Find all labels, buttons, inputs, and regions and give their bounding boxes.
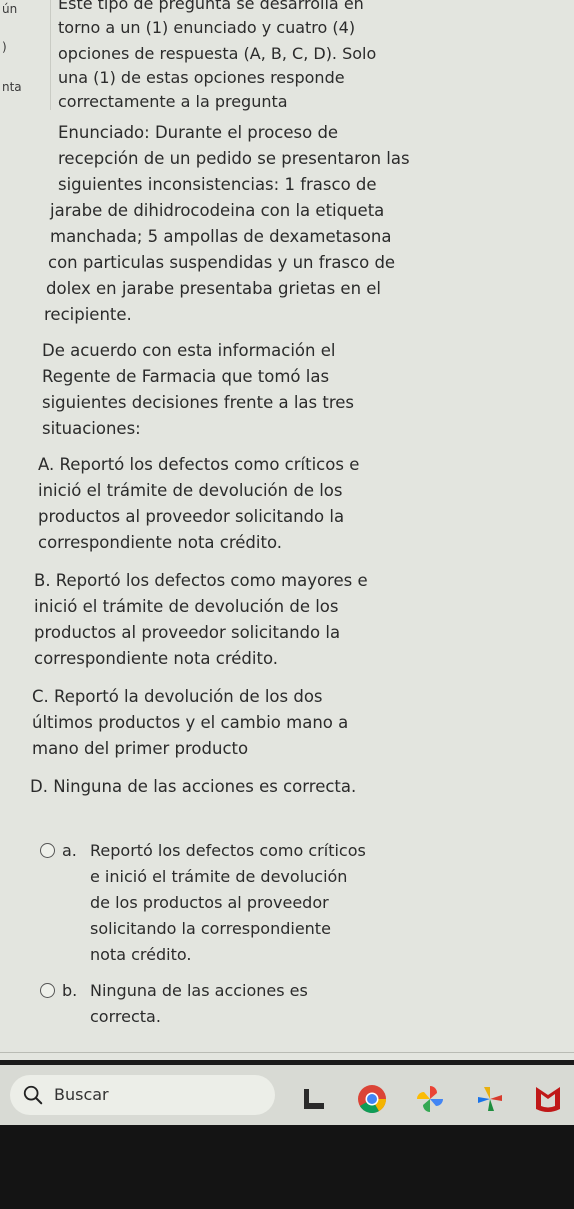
search-icon <box>23 1085 43 1105</box>
option-b: B. Reportó los defectos como mayores e i… <box>30 568 565 672</box>
text-line: inició el trámite de devolución de los <box>38 481 343 500</box>
text-line: Este tipo de pregunta se desarrolla en <box>58 0 364 13</box>
text-line: correspondiente nota crédito. <box>34 649 278 668</box>
text-line: manchada; 5 ampollas de dexametasona <box>50 227 392 246</box>
text-line: D. Ninguna de las acciones es correcta. <box>30 777 357 796</box>
answer-choices: a. Reportó los defectos como críticos e … <box>40 838 560 1030</box>
text-line: C. Reportó la devolución de los dos <box>32 687 323 706</box>
screen: ún ) nta Este tipo de pregunta se desarr… <box>0 0 574 1060</box>
edge-text: ) <box>2 40 7 54</box>
text-line: nota crédito. <box>90 945 192 964</box>
instructions: Este tipo de pregunta se desarrolla en t… <box>58 0 558 114</box>
text-line: siguientes inconsistencias: 1 frasco de <box>58 175 377 194</box>
answer-a[interactable]: a. Reportó los defectos como críticos e … <box>40 838 560 968</box>
text-line: A. Reportó los defectos como críticos e <box>38 455 360 474</box>
text-line: Reportó los defectos como críticos <box>90 841 366 860</box>
statement-options: A. Reportó los defectos como críticos e … <box>30 452 565 812</box>
edge-text: ún <box>2 2 18 16</box>
chrome-icon[interactable] <box>356 1083 388 1115</box>
text-line: correspondiente nota crédito. <box>38 533 282 552</box>
photos-icon[interactable] <box>414 1083 446 1115</box>
text-line: dolex en jarabe presentaba grietas en el <box>46 279 382 298</box>
option-d: D. Ninguna de las acciones es correcta. <box>30 774 565 800</box>
option-c: C. Reportó la devolución de los dos últi… <box>30 684 565 762</box>
text-line: correctamente a la pregunta <box>58 92 288 111</box>
answer-b[interactable]: b. Ninguna de las acciones es correcta. <box>40 978 560 1030</box>
text-line: situaciones: <box>42 419 141 438</box>
taskbar: Buscar <box>0 1065 574 1125</box>
answer-letter: b. <box>62 981 78 1000</box>
text-line: siguientes decisiones frente a las tres <box>42 393 355 412</box>
task-view-icon[interactable] <box>298 1083 330 1115</box>
text-line: mano del primer producto <box>32 739 249 758</box>
text-line: productos al proveedor solicitando la <box>34 623 341 642</box>
text-line: de los productos al proveedor <box>90 893 329 912</box>
context: De acuerdo con esta información el Regen… <box>42 338 562 442</box>
text-line: e inició el trámite de devolución <box>90 867 348 886</box>
radio-button[interactable] <box>40 983 55 998</box>
search-label: Buscar <box>54 1085 109 1104</box>
left-panel-edge: ún ) nta <box>0 0 51 110</box>
screen-bezel <box>0 1125 574 1209</box>
text-line: recepción de un pedido se presentaron la… <box>58 149 410 168</box>
text-line: De acuerdo con esta información el <box>42 341 336 360</box>
text-line: correcta. <box>90 1007 161 1026</box>
text-line: inició el trámite de devolución de los <box>34 597 339 616</box>
taskbar-search[interactable]: Buscar <box>10 1075 275 1115</box>
edge-text: nta <box>2 80 22 94</box>
text-line: una (1) de estas opciones responde <box>58 68 345 87</box>
divider <box>0 1052 574 1053</box>
radio-button[interactable] <box>40 843 55 858</box>
text-line: Regente de Farmacia que tomó las <box>42 367 330 386</box>
text-line: torno a un (1) enunciado y cuatro (4) <box>58 18 356 37</box>
text-line: jarabe de dihidrocodeina con la etiqueta <box>50 201 385 220</box>
text-line: Enunciado: Durante el proceso de <box>58 123 339 142</box>
text-line: productos al proveedor solicitando la <box>38 507 345 526</box>
option-a: A. Reportó los defectos como críticos e … <box>30 452 565 556</box>
statement: Enunciado: Durante el proceso de recepci… <box>42 120 562 328</box>
mcafee-icon[interactable] <box>532 1083 564 1115</box>
text-line: opciones de respuesta (A, B, C, D). Solo <box>58 44 377 63</box>
text-line: con particulas suspendidas y un frasco d… <box>48 253 396 272</box>
text-line: últimos productos y el cambio mano a <box>32 713 349 732</box>
text-line: Ninguna de las acciones es <box>90 981 308 1000</box>
pinwheel-icon[interactable] <box>474 1083 506 1115</box>
text-line: B. Reportó los defectos como mayores e <box>34 571 368 590</box>
text-line: solicitando la correspondiente <box>90 919 331 938</box>
text-line: recipiente. <box>44 305 132 324</box>
answer-letter: a. <box>62 841 77 860</box>
